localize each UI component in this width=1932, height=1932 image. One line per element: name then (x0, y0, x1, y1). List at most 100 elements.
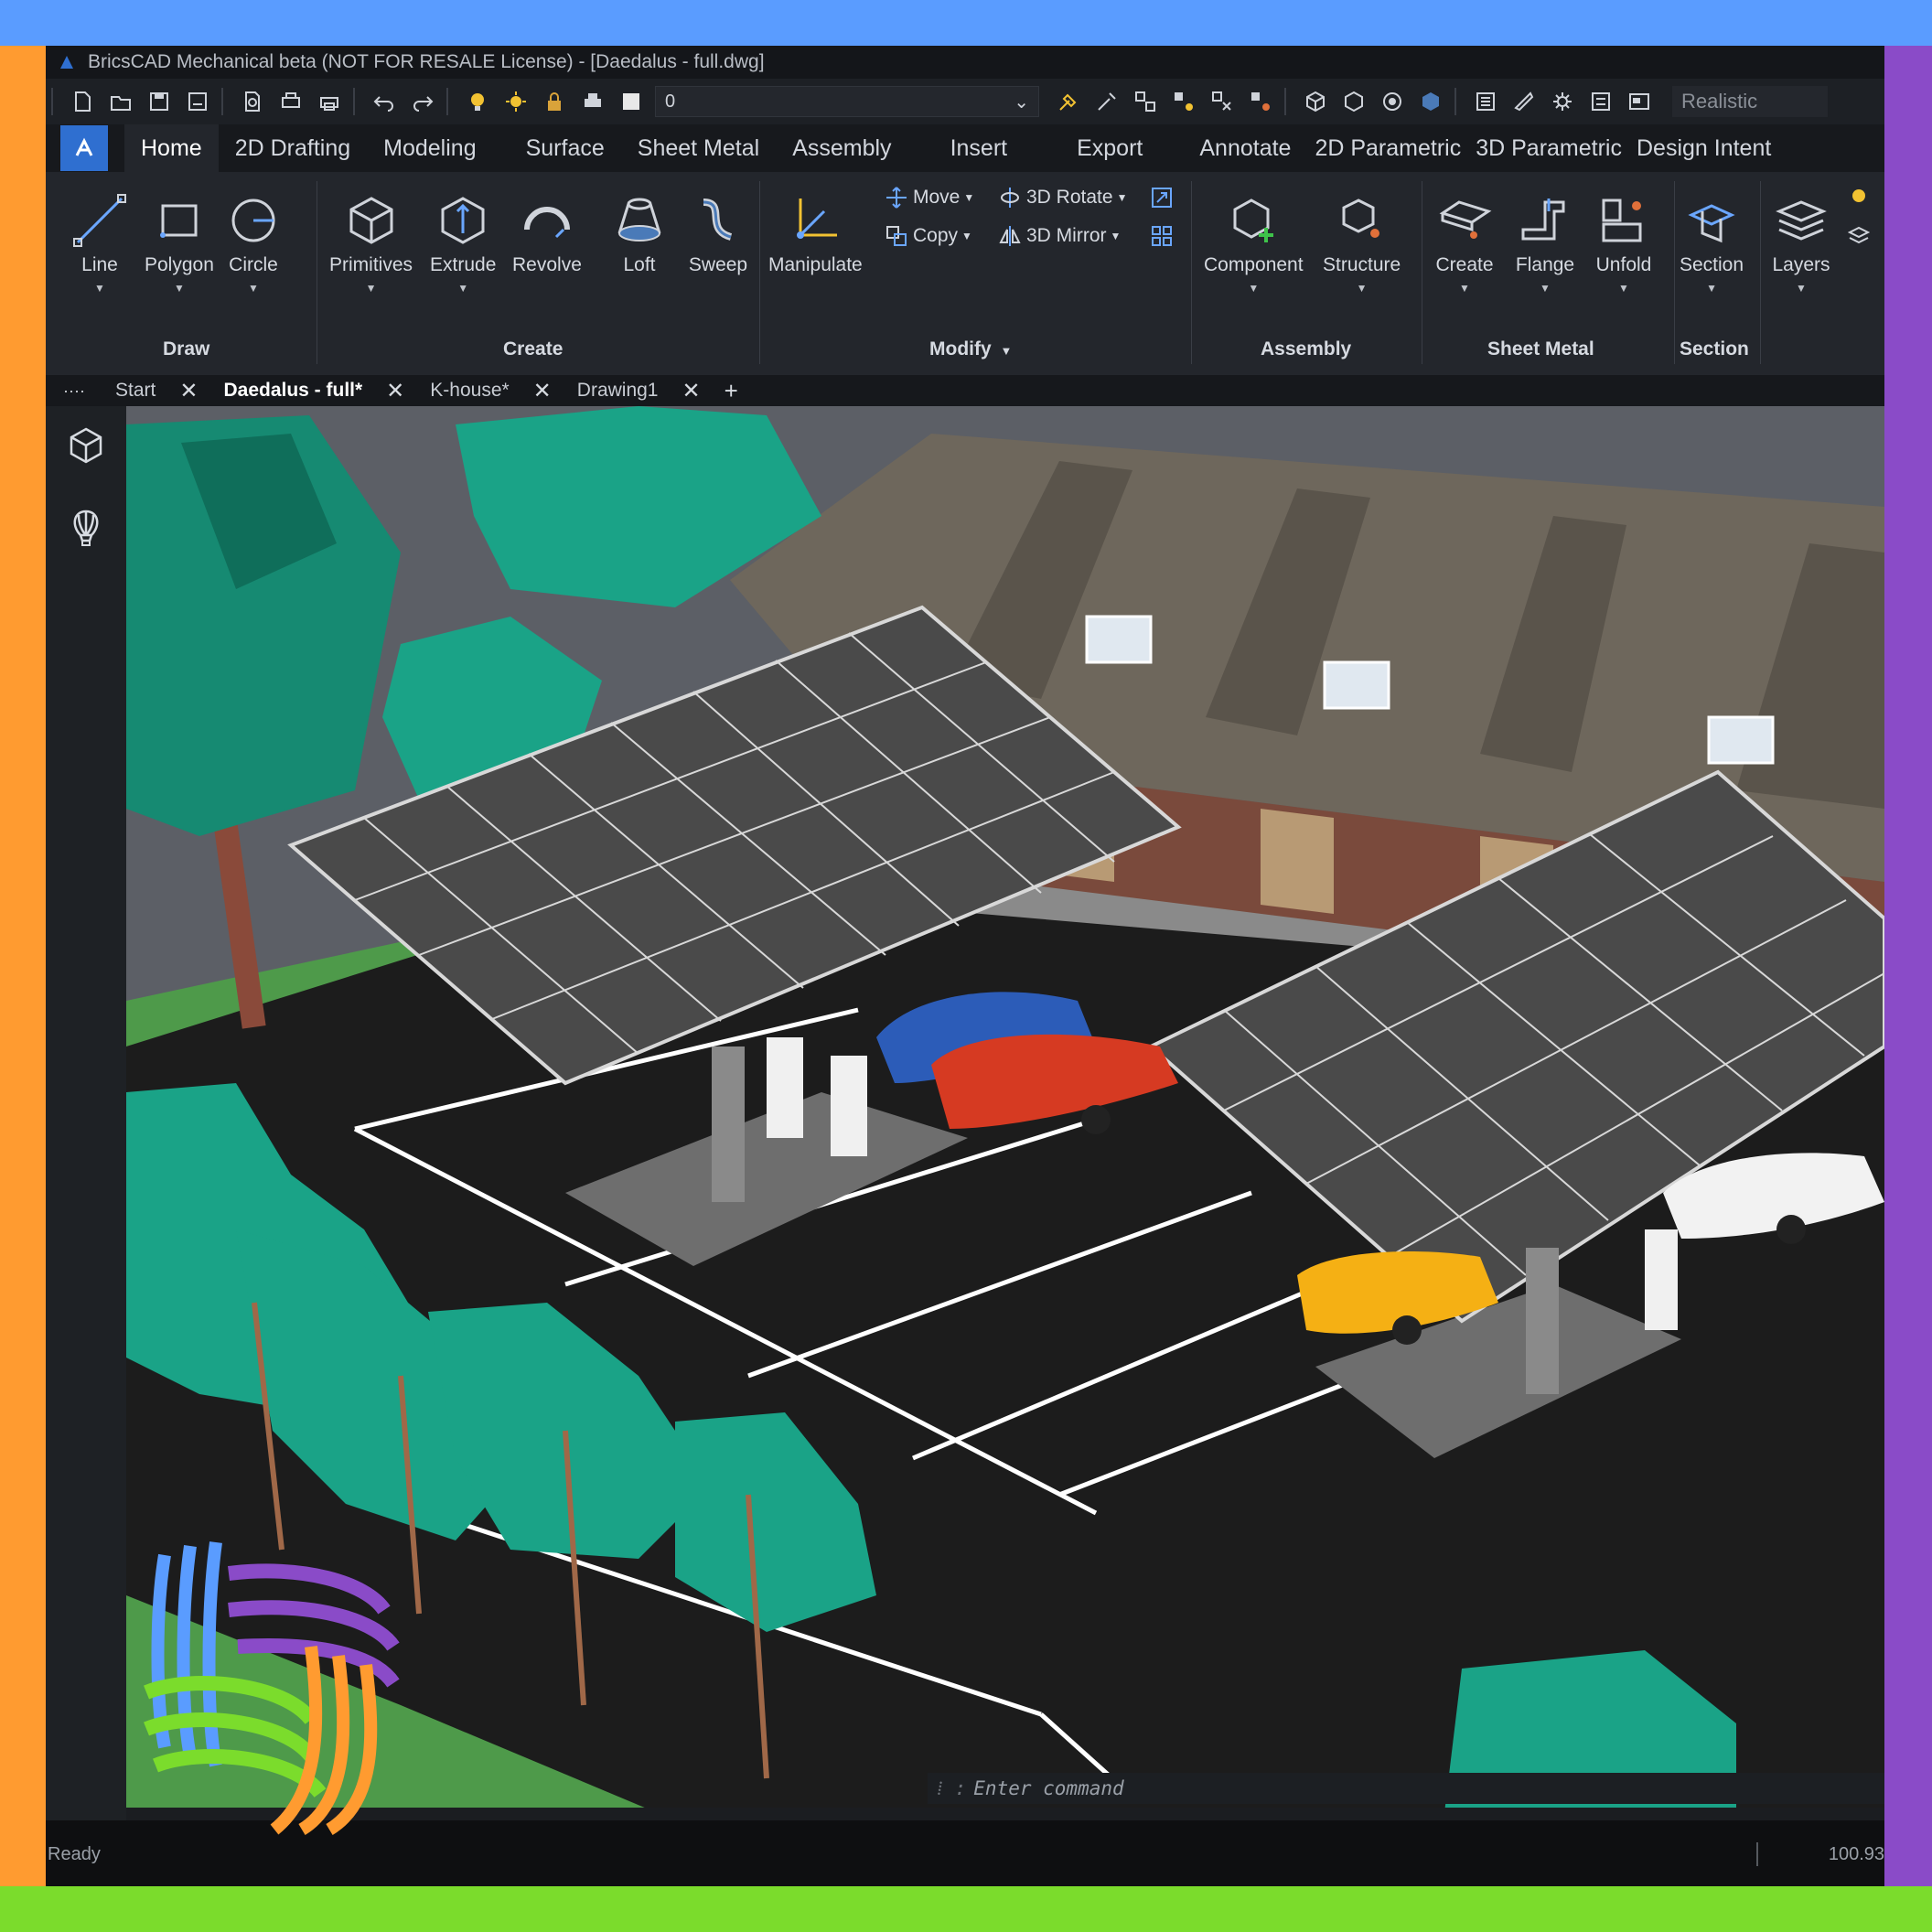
layer-walk-icon[interactable] (1244, 85, 1277, 118)
scale-icon (1149, 185, 1175, 210)
tab-2d-drafting[interactable]: 2D Drafting (219, 124, 367, 172)
doc-tab-drawing1[interactable]: Drawing1 ✕ (564, 375, 714, 406)
layers-tool-button[interactable]: Layers ▼ (1769, 190, 1833, 295)
tab-insert[interactable]: Insert (934, 124, 1025, 172)
polygon-tool-button[interactable]: Polygon ▼ (145, 190, 214, 295)
viewport-icon[interactable] (1623, 85, 1656, 118)
frame-right-border (1884, 46, 1932, 1886)
layer-plot-icon[interactable] (576, 85, 609, 118)
save-icon[interactable] (143, 85, 176, 118)
doc-tab-label: Daedalus - full* (223, 380, 363, 401)
render-icon[interactable] (1376, 85, 1409, 118)
materials-icon[interactable] (1414, 85, 1447, 118)
hot-air-balloon-icon[interactable] (63, 505, 109, 551)
ev-charger (767, 1037, 803, 1138)
tab-3d-parametric[interactable]: 3D Parametric (1468, 124, 1629, 172)
3d-mirror-tool-button[interactable]: 3D Mirror ▼ (997, 223, 1121, 249)
3d-rotate-tool-button[interactable]: 3D Rotate ▼ (997, 185, 1127, 210)
tab-overflow-icon[interactable]: ···· (46, 381, 102, 401)
close-icon[interactable]: ✕ (533, 378, 552, 404)
section-tool-button[interactable]: Section ▼ (1680, 190, 1744, 295)
scale-tool-button[interactable] (1149, 185, 1178, 210)
layer-off-icon[interactable] (1206, 85, 1239, 118)
component-tool-button[interactable]: Component ▼ (1204, 190, 1304, 295)
undo-icon[interactable] (368, 85, 401, 118)
properties-panel-icon[interactable] (1469, 85, 1502, 118)
bricscad-app-icon (57, 52, 77, 72)
left-side-panel (46, 406, 126, 1820)
close-icon[interactable]: ✕ (682, 378, 701, 404)
redo-icon[interactable] (406, 85, 439, 118)
doc-tab-k-house[interactable]: K-house* ✕ (417, 375, 564, 406)
manipulate-tool-button[interactable]: Manipulate (768, 190, 863, 276)
chevron-down-icon: ▼ (1248, 282, 1260, 295)
tab-design-intent[interactable]: Design Intent (1629, 124, 1778, 172)
flange-tool-button[interactable]: Flange ▼ (1513, 190, 1577, 295)
layer-color-swatch-icon[interactable] (615, 85, 648, 118)
layer-bulb-small-button[interactable] (1846, 185, 1875, 210)
layers-label: Layers (1772, 254, 1830, 275)
sheet-metal-create-button[interactable]: Create ▼ (1433, 190, 1497, 295)
print-icon[interactable] (313, 85, 346, 118)
select-similar-icon[interactable] (1129, 85, 1162, 118)
array-tool-button[interactable] (1149, 223, 1178, 249)
tab-modeling[interactable]: Modeling (367, 124, 492, 172)
circle-tool-button[interactable]: Circle ▼ (221, 190, 285, 295)
primitives-tool-button[interactable]: Primitives ▼ (329, 190, 413, 295)
component-icon (1221, 190, 1285, 251)
close-icon[interactable]: ✕ (179, 378, 198, 404)
doc-tab-label: Start (115, 380, 156, 401)
layer-manager-icon[interactable] (1584, 85, 1617, 118)
close-icon[interactable]: ✕ (386, 378, 404, 404)
new-tab-plus-icon[interactable]: + (724, 377, 738, 405)
tab-surface[interactable]: Surface (510, 124, 621, 172)
group-separator (1674, 181, 1675, 364)
command-line[interactable]: ⁞ : Enter command (928, 1773, 1884, 1804)
loft-tool-button[interactable]: Loft (607, 190, 671, 276)
sweep-tool-button[interactable]: Sweep (686, 190, 750, 276)
drawing-explorer-icon[interactable] (1508, 85, 1540, 118)
layer-states-small-button[interactable] (1846, 223, 1875, 249)
revolve-tool-button[interactable]: Revolve (512, 190, 582, 276)
new-file-icon[interactable] (66, 85, 99, 118)
unfold-tool-button[interactable]: Unfold ▼ (1592, 190, 1656, 295)
print-preview-icon[interactable] (236, 85, 269, 118)
chevron-down-icon: ▼ (1706, 282, 1717, 295)
shade-icon[interactable] (1337, 85, 1370, 118)
match-properties-icon[interactable] (1052, 85, 1085, 118)
application-menu-button[interactable] (60, 125, 108, 171)
layer-lock-icon[interactable] (538, 85, 571, 118)
chevron-down-icon: ▼ (94, 282, 105, 295)
section-group-label: Section (1680, 338, 1749, 360)
modify-group-dropdown[interactable]: Modify ▼ (929, 338, 1012, 360)
open-file-icon[interactable] (104, 85, 137, 118)
tab-sheet-metal[interactable]: Sheet Metal (621, 124, 776, 172)
settings-gear-icon[interactable] (1546, 85, 1579, 118)
tab-home[interactable]: Home (124, 124, 219, 172)
tab-2d-parametric[interactable]: 2D Parametric (1307, 124, 1468, 172)
layer-thaw-sun-icon[interactable] (499, 85, 532, 118)
layer-dropdown[interactable]: 0 ⌄ (655, 86, 1039, 117)
structure-tool-button[interactable]: Structure ▼ (1323, 190, 1401, 295)
tab-export[interactable]: Export (1060, 124, 1159, 172)
layer-states-icon (1846, 223, 1872, 249)
publish-icon[interactable] (274, 85, 307, 118)
save-as-icon[interactable] (181, 85, 214, 118)
pick-color-icon[interactable] (1090, 85, 1123, 118)
model-cube-icon[interactable] (63, 423, 109, 468)
extrude-tool-button[interactable]: Extrude ▼ (430, 190, 496, 295)
visual-style-dropdown[interactable]: Realistic (1672, 86, 1828, 117)
copy-tool-button[interactable]: Copy ▼ (884, 223, 972, 249)
tab-annotate[interactable]: Annotate (1183, 124, 1307, 172)
copy-icon (884, 223, 909, 249)
layer-on-bulb-icon[interactable] (461, 85, 494, 118)
doc-tab-start[interactable]: Start ✕ (102, 375, 210, 406)
doc-tab-daedalus[interactable]: Daedalus - full* ✕ (210, 375, 417, 406)
tab-assembly[interactable]: Assembly (776, 124, 907, 172)
window-title: BricsCAD Mechanical beta (NOT FOR RESALE… (88, 51, 765, 72)
chevron-down-icon: ▼ (457, 282, 469, 295)
view-cube-icon[interactable] (1299, 85, 1332, 118)
layer-isolate-icon[interactable] (1167, 85, 1200, 118)
move-tool-button[interactable]: Move ▼ (884, 185, 974, 210)
line-tool-button[interactable]: Line ▼ (68, 190, 132, 295)
